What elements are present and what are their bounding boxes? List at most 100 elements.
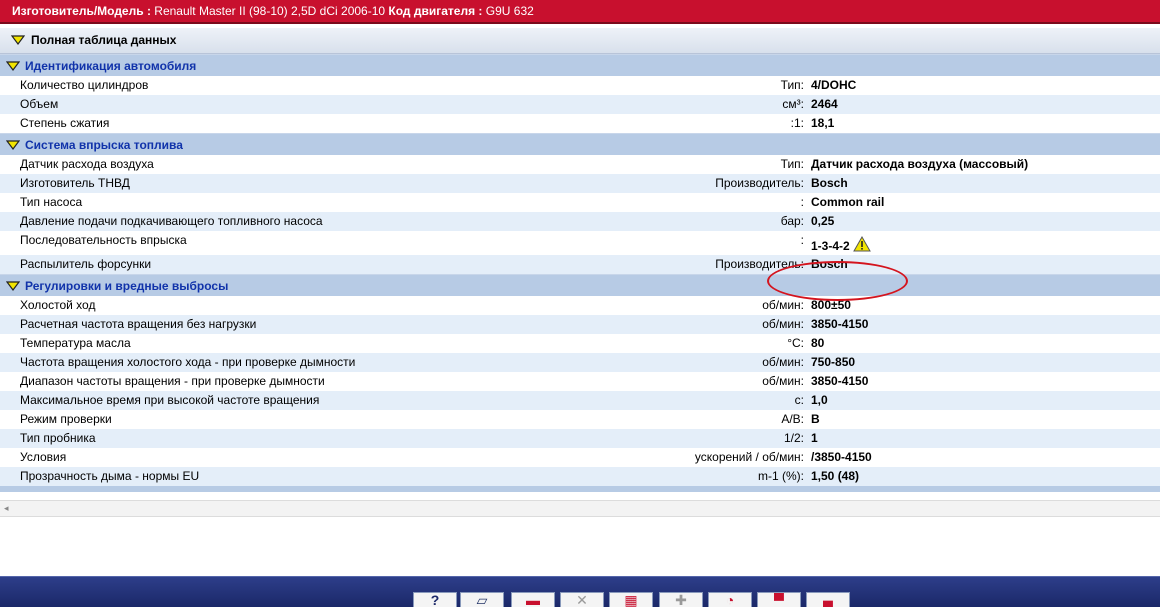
model-label: Изготовитель/Модель : [12,4,151,18]
row-unit: A/B: [781,412,804,426]
row-value: 3850-4150 [811,315,868,334]
calendar-button[interactable]: ▦ [609,592,653,607]
row-unit: : [800,195,804,209]
row-value: 1,50 (48) [811,467,859,486]
row-value-text: 1,50 (48) [811,469,860,483]
row-value: 3850-4150 [811,372,868,391]
row-value: 0,25 [811,212,834,231]
row-value-text: 3850-4150 [811,317,869,331]
row-label: Объем [20,97,59,111]
row-label: Изготовитель ТНВД [20,176,130,190]
table-row: Частота вращения холостого хода - при пр… [0,353,1160,372]
row-value: Bosch [811,174,848,193]
table-row: Объем см³: 2464 [0,95,1160,114]
table-row: Датчик расхода воздуха Тип: Датчик расхода… [0,155,1160,174]
row-unit: бар: [780,214,804,228]
table-row: Холостой ход об/мин: 800±50 [0,296,1160,315]
engine-code-label: Код двигателя : [388,4,483,18]
row-label: Давление подачи подкачивающего топливног… [20,214,323,228]
row-label: Последовательность впрыска [20,233,187,247]
table-row: Максимальное время при высокой частоте в… [0,391,1160,410]
gauge-button[interactable]: ◔ [708,592,752,607]
table-row: Расчетная частота вращения без нагрузки о… [0,315,1160,334]
row-label: Температура масла [20,336,131,350]
calendar-icon: ▦ [624,592,638,607]
row-label: Степень сжатия [20,116,110,130]
red-panel-button[interactable]: ▬ [511,592,555,607]
table-row: Температура масла °C: 80 [0,334,1160,353]
chevron-down-icon[interactable] [6,281,20,291]
row-unit: об/мин: [762,298,804,312]
help-icon: ? [430,592,440,607]
row-value-text: Датчик расхода воздуха (массовый) [811,157,1029,171]
print-button[interactable]: ▱ [460,592,504,607]
warning-icon [852,236,871,252]
row-unit: Тип: [780,78,804,92]
row-unit: :1: [790,116,804,130]
tools-button[interactable]: ✕ [560,592,604,607]
row-value-text: Bosch [811,176,848,190]
row-value-text: 80 [811,336,825,350]
row-value-text: 1 [811,431,818,445]
engine-code-value: G9U 632 [485,4,534,18]
row-unit: об/мин: [762,374,804,388]
model-value: Renault Master II (98-10) 2,5D dCi 2006-… [154,4,386,18]
row-label: Датчик расхода воздуха [20,157,154,171]
battery-button[interactable]: ▄ [806,592,850,607]
table-row: Давление подачи подкачивающего топливног… [0,212,1160,231]
row-value-text: 0,25 [811,214,835,228]
table-row: Режим проверки A/B: B [0,410,1160,429]
vehicle-header: Изготовитель/Модель : Renault Master II … [0,0,1160,24]
row-label: Распылитель форсунки [20,257,152,271]
section-header[interactable]: Система впрыска топлива [0,133,1160,155]
row-label: Тип пробника [20,431,96,445]
bottom-toolbar: ? ▱ ▬ ✕ ▦ ✚ ◔ ▀ ▄ [0,576,1160,607]
horizontal-scrollbar[interactable]: ◂ [0,500,1160,517]
help-button[interactable]: ? [413,592,457,607]
row-label: Максимальное время при высокой частоте в… [20,393,320,407]
row-value-text: 3850-4150 [811,374,869,388]
chevron-down-icon[interactable] [11,35,25,45]
row-label: Частота вращения холостого хода - при пр… [20,355,356,369]
row-value-text: 750-850 [811,355,856,369]
row-label: Прозрачность дыма - нормы EU [20,469,200,483]
row-value-text: 1-3-4-2 [811,239,850,253]
row-unit: °C: [787,336,804,350]
row-label: Диапазон частоты вращения - при проверке… [20,374,325,388]
data-table: Идентификация автомобиля Количество цилин… [0,54,1160,492]
row-unit: об/мин: [762,317,804,331]
row-value-text: 1,0 [811,393,828,407]
table-row: Количество цилиндров Тип: 4/DOHC [0,76,1160,95]
table-end-bar [0,486,1160,492]
page-title: Полная таблица данных [31,33,177,47]
chevron-down-icon[interactable] [6,140,20,150]
add-button[interactable]: ✚ [659,592,703,607]
page-title-bar[interactable]: Полная таблица данных [0,28,1160,54]
table-row: Тип пробника 1/2: 1 [0,429,1160,448]
table-row: Изготовитель ТНВД Производитель: Bosch [0,174,1160,193]
gauge-icon: ◔ [725,592,735,607]
row-unit: об/мин: [762,355,804,369]
row-value: 1 [811,429,818,448]
table-row: Степень сжатия :1: 18,1 [0,114,1160,133]
section-header[interactable]: Регулировки и вредные выбросы [0,274,1160,296]
row-label: Режим проверки [20,412,112,426]
section-title: Идентификация автомобиля [25,59,197,73]
scroll-left-icon[interactable]: ◂ [4,503,9,514]
row-value-text: 2464 [811,97,838,111]
row-label: Тип насоса [20,195,83,209]
section-title: Регулировки и вредные выбросы [25,279,229,293]
row-value: 4/DOHC [811,76,856,95]
row-unit: с: [794,393,804,407]
chevron-down-icon[interactable] [6,61,20,71]
red-panel-icon: ▬ [526,592,540,607]
row-unit: 1/2: [783,431,804,445]
row-value-text: 18,1 [811,116,835,130]
table-row: Прозрачность дыма - нормы EU m-1 (%): 1,50… [0,467,1160,486]
table-row: Диапазон частоты вращения - при проверке… [0,372,1160,391]
table-row: Условия ускорений / об/мин: /3850-4150 [0,448,1160,467]
section-header[interactable]: Идентификация автомобиля [0,54,1160,76]
row-value: 80 [811,334,824,353]
car-button[interactable]: ▀ [757,592,801,607]
tools-icon: ✕ [576,592,588,607]
